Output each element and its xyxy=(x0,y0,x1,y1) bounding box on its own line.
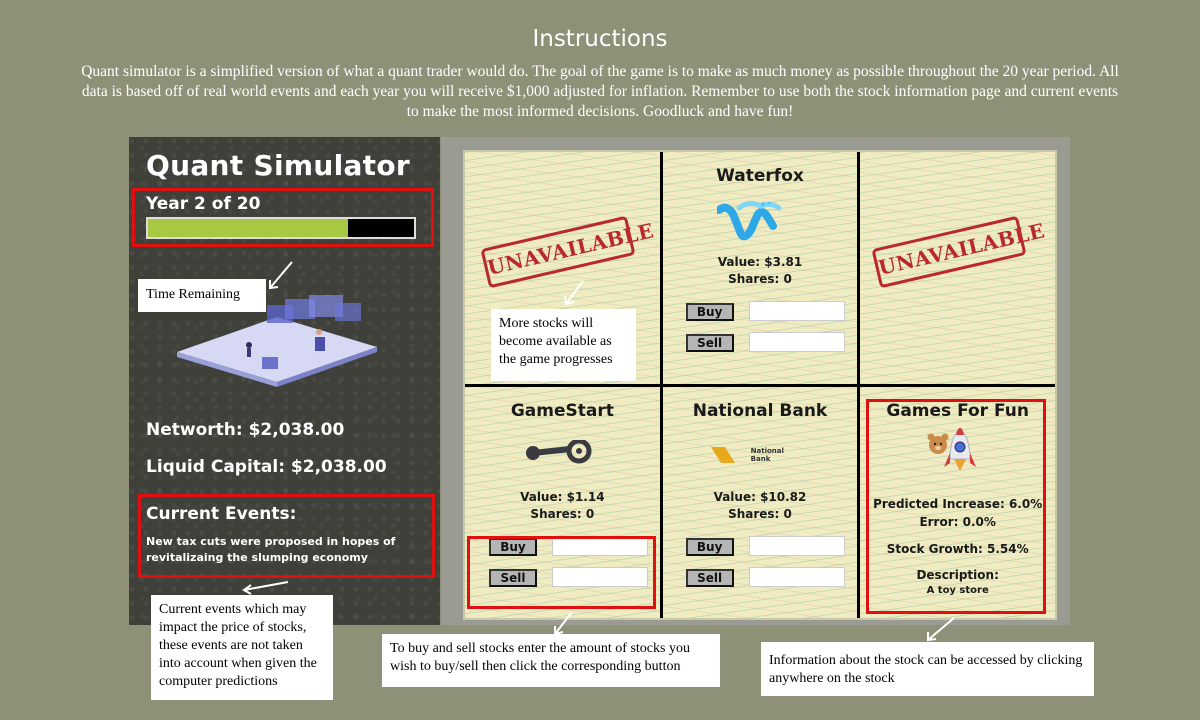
current-events-callout: Current events which may impact the pric… xyxy=(151,595,333,700)
stock-info-callout: Information about the stock can be acces… xyxy=(761,642,1094,696)
time-remaining-callout: Time Remaining xyxy=(138,279,266,312)
more-stocks-callout: More stocks will become available as the… xyxy=(491,309,636,381)
buy-sell-callout: To buy and sell stocks enter the amount … xyxy=(382,634,720,687)
